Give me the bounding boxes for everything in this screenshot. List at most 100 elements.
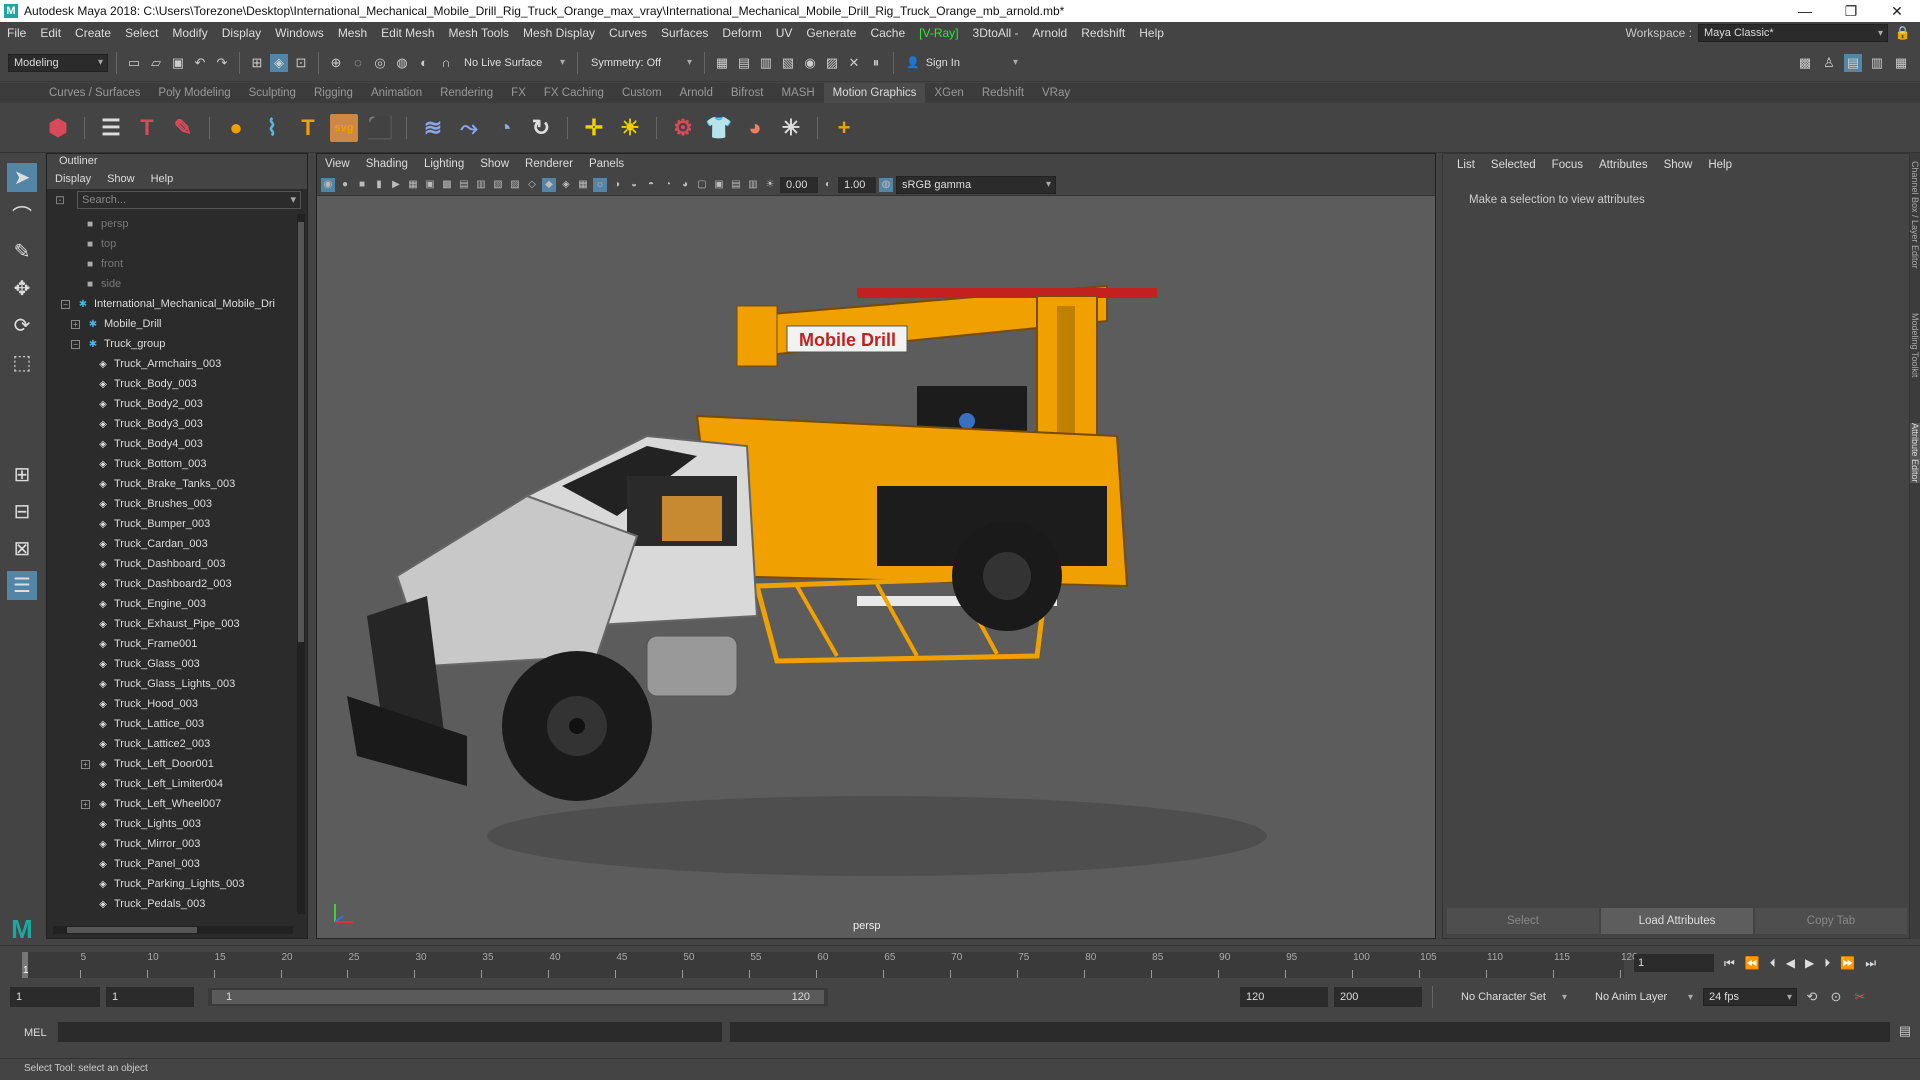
mel-label[interactable]: MEL xyxy=(10,1022,50,1044)
command-input[interactable] xyxy=(58,1022,722,1042)
outliner-row[interactable]: ◈ Truck_Parking_Lights_003 xyxy=(47,874,297,894)
start-time-field[interactable]: 1 xyxy=(10,987,100,1007)
particle-icon[interactable]: ✳ xyxy=(777,114,805,142)
locator-icon[interactable]: ✛ xyxy=(580,114,608,142)
select-component-icon[interactable]: ⊡ xyxy=(292,54,310,72)
select-hierarchy-icon[interactable]: ⊞ xyxy=(248,54,266,72)
shelf-tab-animation[interactable]: Animation xyxy=(362,83,431,103)
render-view-icon[interactable]: ▤ xyxy=(735,54,753,72)
outliner-row[interactable]: ◈ Truck_Exhaust_Pipe_003 xyxy=(47,614,297,634)
ambient-occlusion-icon[interactable]: ◒ xyxy=(627,178,641,192)
outliner-row[interactable]: ◈ Truck_Glass_Lights_003 xyxy=(47,674,297,694)
tab-attribute-editor[interactable]: Attribute Editor xyxy=(1910,423,1920,483)
outliner-row[interactable]: ◈ Truck_Bottom_003 xyxy=(47,454,297,474)
isolate-select-icon[interactable]: ▢ xyxy=(695,178,709,192)
expand-toggle-icon[interactable]: − xyxy=(61,299,70,309)
outliner-hscroll-thumb[interactable] xyxy=(67,927,197,933)
outliner-row[interactable]: ◈ Truck_Mirror_003 xyxy=(47,834,297,854)
snap-surface-icon[interactable]: ◐ xyxy=(415,54,433,72)
bend-icon[interactable]: ⤳ xyxy=(455,114,483,142)
maximize-button[interactable]: ❐ xyxy=(1828,3,1874,20)
ae-menu-attributes[interactable]: Attributes xyxy=(1591,159,1656,171)
menu-uv[interactable]: UV xyxy=(769,26,800,40)
search-dropdown-icon[interactable]: ▾ xyxy=(290,192,296,208)
sphere-icon[interactable]: ● xyxy=(222,114,250,142)
menu-cache[interactable]: Cache xyxy=(863,26,912,40)
expand-toggle-icon[interactable]: + xyxy=(81,799,90,809)
menu-windows[interactable]: Windows xyxy=(268,26,331,40)
symmetry-dropdown[interactable]: Symmetry: Off xyxy=(586,53,696,72)
film-gate-icon[interactable]: ▣ xyxy=(423,178,437,192)
menu-redshift[interactable]: Redshift xyxy=(1074,26,1132,40)
playback-start-field[interactable]: 1 xyxy=(106,987,194,1007)
go-to-end-icon[interactable]: ⏭ xyxy=(1865,956,1876,971)
workspace-dropdown[interactable]: Maya Classic* xyxy=(1698,24,1888,42)
color-space-dropdown[interactable]: sRGB gamma xyxy=(896,175,1056,194)
paint-select-icon[interactable]: ✎ xyxy=(7,237,37,266)
outliner-row[interactable]: + ✱ Mobile_Drill xyxy=(47,314,297,334)
tab-modeling-toolkit[interactable]: Modeling Toolkit xyxy=(1910,313,1920,377)
viewport-menu-shading[interactable]: Shading xyxy=(358,158,416,170)
menu-generate[interactable]: Generate xyxy=(799,26,863,40)
shelf-tab-custom[interactable]: Custom xyxy=(613,83,671,103)
outliner-row[interactable]: + ◈ Truck_Left_Door001 xyxy=(47,754,297,774)
menu-mesh-display[interactable]: Mesh Display xyxy=(516,26,602,40)
type-extrude-icon[interactable]: ✎ xyxy=(169,114,197,142)
snap-view-icon[interactable]: ◍ xyxy=(393,54,411,72)
outliner-menu-help[interactable]: Help xyxy=(143,173,182,185)
character-controls-icon[interactable]: ♙ xyxy=(1820,54,1838,72)
outliner-row[interactable]: ◈ Truck_Brake_Tanks_003 xyxy=(47,474,297,494)
outliner-row[interactable]: ■ persp xyxy=(47,214,297,234)
step-back-key-icon[interactable]: ⏪ xyxy=(1745,956,1760,970)
outliner-scrollbar[interactable] xyxy=(297,214,305,914)
outliner-row[interactable]: ◈ Truck_Lattice_003 xyxy=(47,714,297,734)
shelf-tab-arnold[interactable]: Arnold xyxy=(671,83,722,103)
magnet-icon[interactable]: ∩ xyxy=(437,54,455,72)
menu-display[interactable]: Display xyxy=(215,26,268,40)
exposure-icon[interactable]: ☀ xyxy=(763,178,777,192)
menu-edit[interactable]: Edit xyxy=(33,26,68,40)
gear-icon[interactable]: ⚙ xyxy=(669,114,697,142)
smooth-shade-icon[interactable]: ◆ xyxy=(542,177,556,192)
textured-icon[interactable]: ▦ xyxy=(576,178,590,192)
step-forward-key-icon[interactable]: ⏩ xyxy=(1840,956,1855,970)
antialias-icon[interactable]: ◔ xyxy=(661,178,675,192)
shelf-tab-fx[interactable]: FX xyxy=(502,83,535,103)
outliner-row[interactable]: ◈ Truck_Lights_003 xyxy=(47,814,297,834)
close-button[interactable]: ✕ xyxy=(1874,3,1920,20)
twist-icon[interactable]: ↻ xyxy=(527,114,555,142)
character-set-dropdown[interactable]: No Character Set xyxy=(1443,988,1571,1006)
render-settings-icon[interactable]: ▧ xyxy=(779,54,797,72)
menu-mesh-tools[interactable]: Mesh Tools xyxy=(442,26,516,40)
shelf-tab-rigging[interactable]: Rigging xyxy=(305,83,362,103)
lasso-tool-icon[interactable]: ⌒ xyxy=(7,200,37,229)
motion-blur-icon[interactable]: ◓ xyxy=(644,178,658,192)
new-scene-icon[interactable]: ▭ xyxy=(125,54,143,72)
two-view-icon[interactable]: ⊠ xyxy=(7,534,37,563)
pause-icon[interactable]: ⏸ xyxy=(867,54,885,72)
sign-in-dropdown[interactable]: 👤 Sign In xyxy=(902,53,1022,72)
rotate-tool-icon[interactable]: ⟳ xyxy=(7,311,37,340)
grid-icon[interactable]: ▦ xyxy=(406,178,420,192)
paint-icon[interactable]: ◕ xyxy=(741,114,769,142)
outliner-menu-show[interactable]: Show xyxy=(99,173,143,185)
four-view-icon[interactable]: ⊟ xyxy=(7,497,37,526)
ae-menu-focus[interactable]: Focus xyxy=(1544,159,1591,171)
backface-icon[interactable]: ▥ xyxy=(746,178,760,192)
select-camera-icon[interactable]: ◉ xyxy=(321,177,335,192)
undo-icon[interactable]: ↶ xyxy=(191,54,209,72)
menu-set-dropdown[interactable]: Modeling xyxy=(8,53,108,72)
redo-icon[interactable]: ↷ xyxy=(213,54,231,72)
shelf-tab-redshift[interactable]: Redshift xyxy=(973,83,1033,103)
text-icon[interactable]: T xyxy=(294,114,322,142)
safe-title-icon[interactable]: ▨ xyxy=(508,178,522,192)
go-to-start-icon[interactable]: ⏮ xyxy=(1724,956,1735,971)
outliner-row[interactable]: ◈ Truck_Dashboard2_003 xyxy=(47,574,297,594)
exposure-field[interactable]: 0.00 xyxy=(780,176,818,193)
ae-menu-selected[interactable]: Selected xyxy=(1483,159,1544,171)
filter-icon[interactable]: ⊡ xyxy=(55,193,65,207)
gate-mask-icon[interactable]: ▤ xyxy=(457,178,471,192)
end-time-field[interactable]: 200 xyxy=(1334,987,1422,1007)
expand-toggle-icon[interactable]: + xyxy=(81,759,90,769)
select-tool-icon[interactable]: ➤ xyxy=(7,163,37,192)
